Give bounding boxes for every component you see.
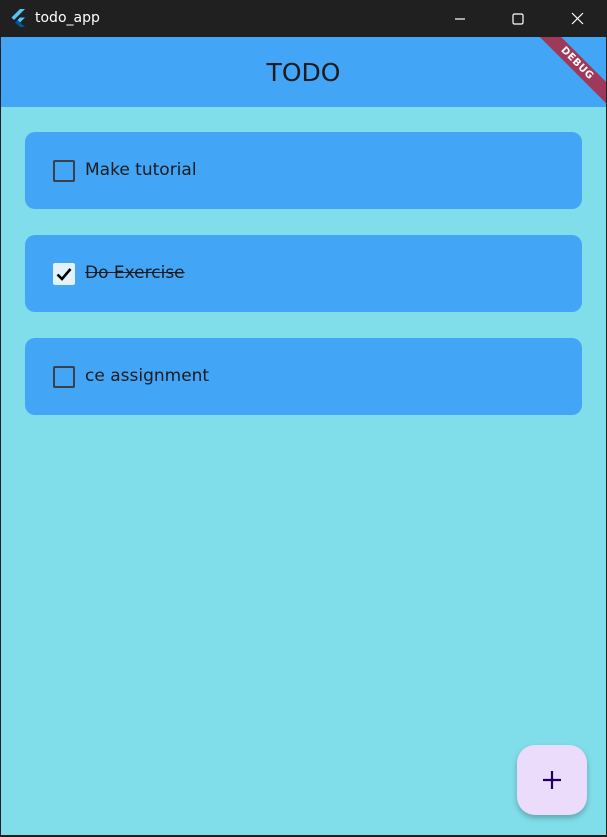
todo-label: Do Exercise — [85, 263, 185, 283]
todo-list: Make tutorial Do Exercise ce assignment — [25, 132, 582, 441]
page-title: TODO — [266, 58, 341, 87]
window-titlebar[interactable]: todo_app — [0, 0, 607, 37]
todo-label: ce assignment — [85, 366, 210, 386]
close-icon — [571, 12, 583, 25]
plus-icon — [543, 771, 561, 789]
close-button[interactable] — [548, 0, 606, 37]
flutter-logo-icon — [11, 9, 25, 27]
app-body: TODO DEBUG Make tutorial Do Exercise ce … — [1, 37, 606, 835]
checkmark-icon — [56, 268, 72, 281]
window-title: todo_app — [35, 10, 100, 26]
todo-checkbox[interactable] — [53, 160, 75, 182]
todo-checkbox[interactable] — [53, 366, 75, 388]
app-bar: TODO — [1, 37, 606, 107]
add-todo-button[interactable] — [517, 745, 587, 815]
todo-label: Make tutorial — [85, 160, 197, 180]
maximize-button[interactable] — [489, 0, 547, 37]
maximize-icon — [512, 12, 524, 25]
todo-item[interactable]: Make tutorial — [25, 132, 582, 209]
minimize-icon — [455, 17, 465, 20]
app-window: todo_app TODO DEBUG Make tutorial Do Exe… — [0, 0, 607, 837]
todo-checkbox[interactable] — [53, 263, 75, 285]
minimize-button[interactable] — [431, 0, 489, 37]
todo-item[interactable]: Do Exercise — [25, 235, 582, 312]
todo-item[interactable]: ce assignment — [25, 338, 582, 415]
